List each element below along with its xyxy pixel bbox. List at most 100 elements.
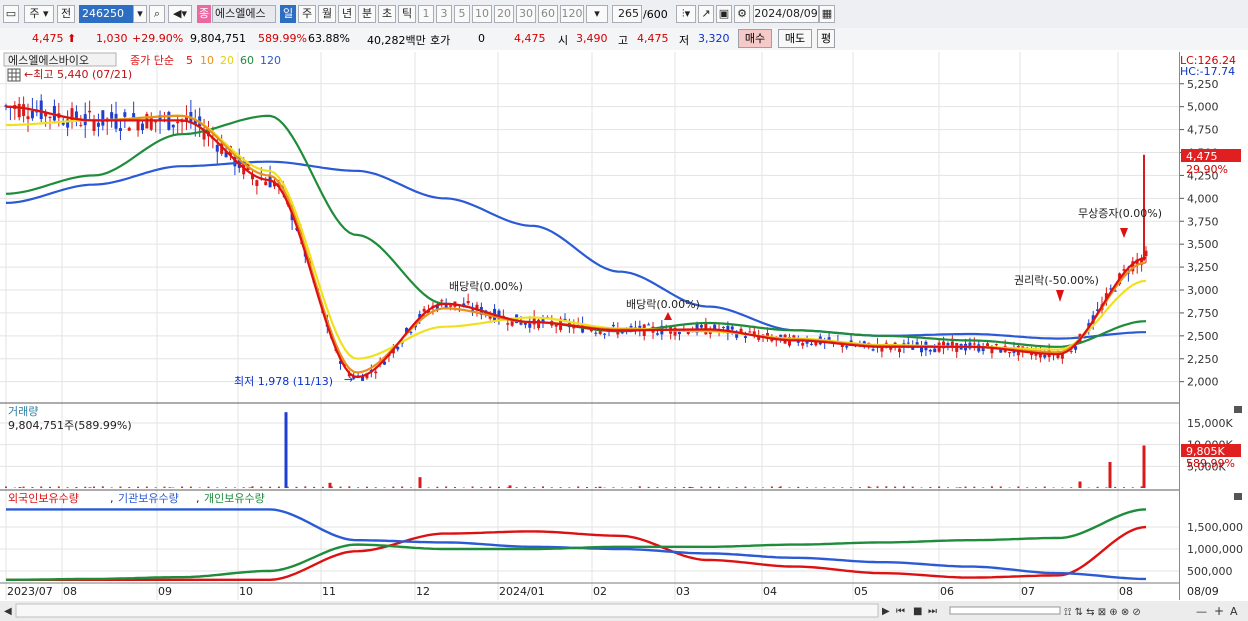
volume-bar-small bbox=[1043, 486, 1046, 488]
candle-body bbox=[743, 336, 747, 338]
volume-bar-small bbox=[691, 487, 694, 488]
sell-button[interactable]: 매도 bbox=[778, 29, 812, 48]
interval-120[interactable]: 120 bbox=[560, 5, 584, 23]
table-icon[interactable] bbox=[7, 68, 21, 82]
volume-bar bbox=[284, 412, 288, 488]
candle-body bbox=[1069, 351, 1073, 353]
volume-bar-small bbox=[911, 486, 914, 488]
draw-tool-icon[interactable]: ↗ bbox=[698, 5, 714, 23]
volume-bar-small bbox=[858, 487, 861, 488]
volume-bar-small bbox=[735, 487, 738, 488]
code-dropdown-icon[interactable]: ▾ bbox=[133, 5, 147, 23]
interval-60[interactable]: 60 bbox=[538, 5, 558, 23]
candle-body bbox=[17, 103, 21, 118]
volume-bar-small bbox=[497, 486, 500, 488]
candle-body bbox=[96, 122, 100, 127]
stock-code-input[interactable]: 246250 bbox=[79, 5, 133, 23]
interval-30[interactable]: 30 bbox=[516, 5, 536, 23]
volume-bar-small bbox=[154, 487, 157, 488]
volume-bar-small bbox=[1140, 486, 1143, 488]
volume-bar-small bbox=[744, 486, 747, 488]
interval-20[interactable]: 20 bbox=[494, 5, 514, 23]
search-icon[interactable]: ⌕ bbox=[149, 5, 165, 23]
candle-type-icon[interactable]: ⫶▾ bbox=[676, 5, 696, 23]
zoom-slider[interactable] bbox=[949, 606, 1061, 615]
last-page-icon[interactable]: ⏭ bbox=[928, 606, 937, 617]
stop-icon[interactable]: ■ bbox=[913, 606, 922, 617]
save-icon[interactable]: ▣ bbox=[716, 5, 732, 23]
volume-bar-small bbox=[471, 486, 474, 488]
candle-body bbox=[255, 180, 259, 187]
candle-body bbox=[898, 348, 902, 353]
x-tick-label: 11 bbox=[322, 585, 336, 598]
count-input[interactable]: 265 bbox=[612, 5, 642, 23]
volume-panel-max-icon[interactable] bbox=[1234, 406, 1242, 413]
candle-body bbox=[801, 343, 805, 346]
first-page-icon[interactable]: ⏮ bbox=[896, 606, 905, 617]
window-menu-icon[interactable]: ▭ bbox=[3, 5, 19, 23]
interval-3[interactable]: 3 bbox=[436, 5, 452, 23]
period-second[interactable]: 초 bbox=[378, 5, 396, 23]
interval-dropdown-icon[interactable]: ▾ bbox=[586, 5, 608, 23]
volume-bar-small bbox=[269, 486, 272, 488]
holdings-panel-max-icon[interactable] bbox=[1234, 493, 1242, 500]
volume-bar-small bbox=[1026, 487, 1029, 488]
period-week[interactable]: 주 bbox=[298, 5, 316, 23]
volume-bar-small bbox=[409, 487, 412, 488]
zoom-in-icon[interactable]: + bbox=[1214, 604, 1224, 618]
period-month[interactable]: 월 bbox=[318, 5, 336, 23]
x-tick-label: 04 bbox=[763, 585, 777, 598]
chart-area[interactable]: 2023/07 08 09 10 11 12 2024/01 02 03 04 05 06 07 08 08… bbox=[0, 50, 1248, 621]
interval-10[interactable]: 10 bbox=[472, 5, 492, 23]
candle-body bbox=[554, 324, 558, 327]
volume-bar-small bbox=[973, 486, 976, 488]
legend-ma120: 120 bbox=[260, 54, 281, 67]
candle-body bbox=[779, 334, 783, 337]
period-minute[interactable]: 분 bbox=[358, 5, 376, 23]
interval-5[interactable]: 5 bbox=[454, 5, 470, 23]
volume-bar-small bbox=[674, 487, 677, 488]
y-tick-label: 3,250 bbox=[1187, 261, 1219, 274]
scroll-right-icon[interactable]: ▶ bbox=[882, 606, 890, 617]
price-change: 1,030 bbox=[96, 32, 128, 45]
period-year[interactable]: 년 bbox=[338, 5, 356, 23]
low-label: 저 bbox=[679, 34, 690, 47]
trade-amount: 40,282백만 bbox=[367, 34, 426, 47]
candle-body bbox=[884, 342, 888, 344]
scroll-left-icon[interactable]: ◀ bbox=[4, 606, 12, 617]
high-price: 4,475 bbox=[637, 32, 669, 45]
volume-pct-tag: 589.99% bbox=[1186, 457, 1235, 470]
volume-bar-small bbox=[286, 486, 289, 488]
y-tick-label: 2,250 bbox=[1187, 353, 1219, 366]
buy-button[interactable]: 매수 bbox=[738, 29, 772, 48]
tools-icon[interactable]: ⟟⟟ ⇅ ⇆ ⊠ ⊕ ⊗ ⊘ bbox=[1064, 607, 1141, 618]
volume-bar-small bbox=[40, 486, 43, 488]
volume-bar-small bbox=[638, 486, 641, 488]
type-select[interactable]: 주 ▾ bbox=[24, 5, 54, 23]
prev-button[interactable]: 전 bbox=[57, 5, 75, 23]
volume-value: 9,804,751 bbox=[190, 32, 246, 45]
x-tick-label: 2023/07 bbox=[7, 585, 53, 598]
calendar-icon[interactable]: ▦ bbox=[819, 5, 835, 23]
date-input[interactable]: 2024/08/09 bbox=[753, 5, 819, 23]
volume-bar-small bbox=[894, 486, 897, 488]
candle-body bbox=[88, 110, 92, 113]
hoga-label: 호가 bbox=[430, 34, 451, 47]
sound-icon[interactable]: ◀▾ bbox=[168, 5, 192, 23]
x-tick-label: 10 bbox=[239, 585, 253, 598]
y-tick-label: 5,250 bbox=[1187, 78, 1219, 91]
period-tick[interactable]: 틱 bbox=[398, 5, 416, 23]
candle-body bbox=[440, 300, 444, 302]
volume-bar-small bbox=[207, 486, 210, 488]
gear-icon[interactable]: ⚙ bbox=[734, 5, 750, 23]
up-arrow-icon: ⬆ bbox=[63, 32, 77, 45]
zoom-out-icon[interactable]: — bbox=[1196, 605, 1207, 618]
volume-bar bbox=[688, 486, 692, 488]
auto-icon[interactable]: A bbox=[1230, 605, 1238, 618]
volume-bar-small bbox=[541, 486, 544, 488]
period-day[interactable]: 일 bbox=[280, 5, 296, 23]
bid-price: 4,475 bbox=[514, 32, 546, 45]
interval-1[interactable]: 1 bbox=[418, 5, 434, 23]
eval-button[interactable]: 평 bbox=[817, 29, 835, 48]
volume-bar bbox=[418, 477, 422, 488]
